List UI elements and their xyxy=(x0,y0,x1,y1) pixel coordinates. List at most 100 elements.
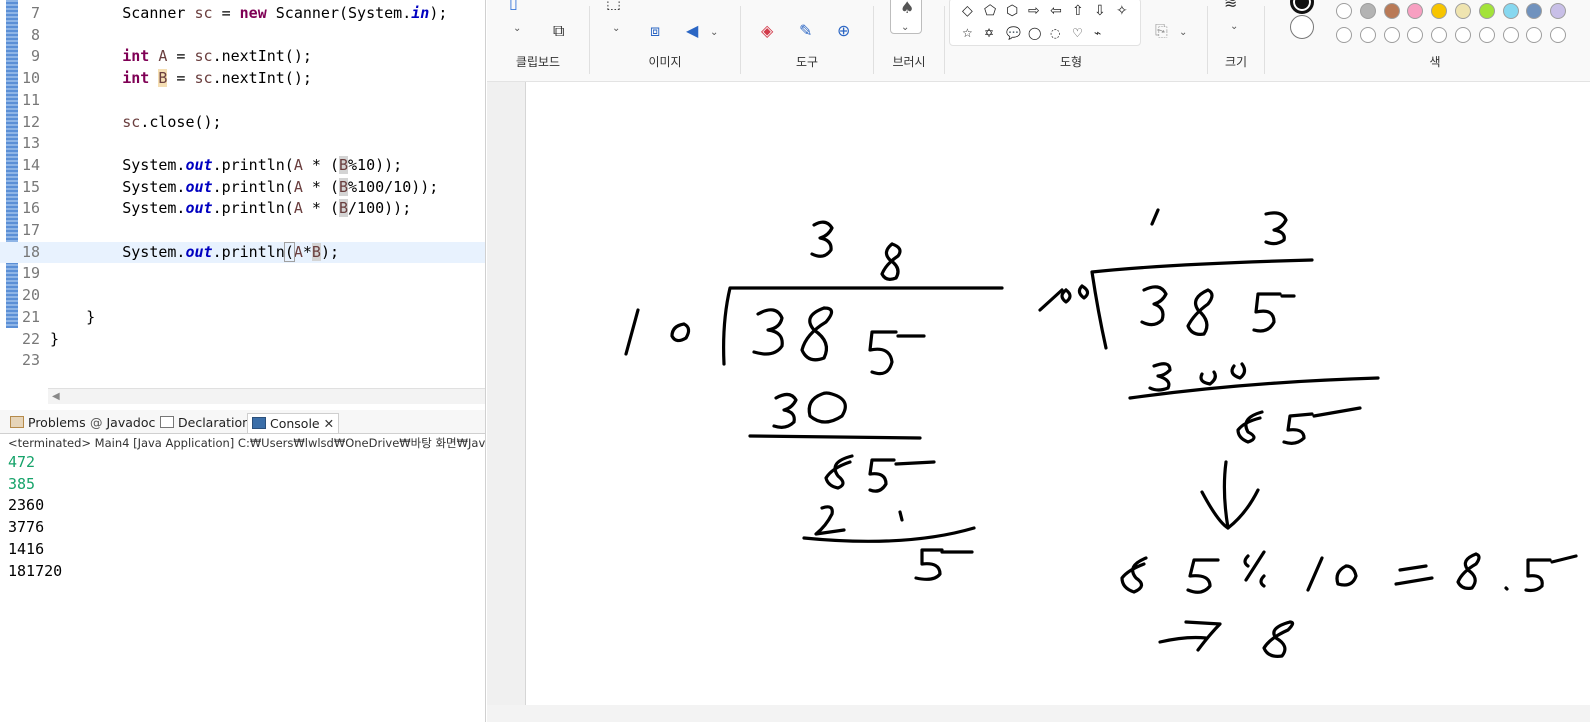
code-line[interactable]: 12 sc.close(); xyxy=(0,112,485,134)
ribbon: ▯ ⌄ ⧉ 클립보드 ⬚ ⌄ ⧈ ◀ ⌄ 이미지 ◈ ✎ ⊕ 도구 ♠ ⌄ 브러… xyxy=(487,0,1590,82)
chevron-down-icon[interactable]: ⌄ xyxy=(513,20,521,38)
paint-window: ▯ ⌄ ⧉ 클립보드 ⬚ ⌄ ⧈ ◀ ⌄ 이미지 ◈ ✎ ⊕ 도구 ♠ ⌄ 브러… xyxy=(487,0,1590,722)
color-swatch-empty[interactable] xyxy=(1383,27,1400,43)
color-swatch-empty[interactable] xyxy=(1455,27,1471,43)
color-swatch[interactable] xyxy=(1526,3,1543,19)
code-text: } xyxy=(50,329,60,348)
paste-icon[interactable]: ▯ xyxy=(509,0,518,12)
drawing-canvas[interactable] xyxy=(525,82,1590,705)
code-line[interactable]: 21 } xyxy=(0,307,485,329)
code-line[interactable]: 10 int B = sc.nextInt(); xyxy=(0,68,485,90)
color-swatch[interactable] xyxy=(1478,3,1495,19)
code-line[interactable]: 17 xyxy=(0,220,485,242)
color-swatch-empty[interactable] xyxy=(1359,27,1376,43)
tab-javadoc[interactable]: @ Javadoc xyxy=(90,413,155,433)
code-line[interactable]: 18 System.out.println(A*B); xyxy=(0,241,485,264)
chevron-down-icon[interactable]: ⌄ xyxy=(710,24,718,42)
console-status: <terminated> Main4 [Java Application] C:… xyxy=(8,436,486,450)
line-number: 7 xyxy=(30,4,40,22)
handwritten-sketch xyxy=(624,208,1578,658)
scroll-left-icon[interactable]: ◀ xyxy=(52,391,60,402)
code-line[interactable]: 11 xyxy=(0,90,485,112)
brush-icon: ♠ xyxy=(900,0,915,17)
problems-icon xyxy=(10,416,24,428)
colors-group: 색 xyxy=(1265,0,1590,82)
console-line: 181720 xyxy=(8,561,63,580)
crop-icon[interactable]: ⧈ xyxy=(650,22,660,40)
code-line[interactable]: 15 System.out.println(A * (B%100/10)); xyxy=(0,177,485,199)
color-swatch[interactable] xyxy=(1359,3,1376,19)
console-line: 385 xyxy=(8,474,36,493)
close-icon[interactable]: ✕ xyxy=(324,416,334,431)
copy-icon[interactable]: ⧉ xyxy=(553,22,564,40)
tab-declaration-label: Declaration xyxy=(178,415,251,430)
line-number: 13 xyxy=(21,134,40,153)
code-line[interactable]: 23 xyxy=(0,350,485,372)
color-swatch-empty[interactable] xyxy=(1502,27,1519,43)
tab-declaration[interactable]: Declaration xyxy=(160,413,250,433)
color-swatch[interactable] xyxy=(1455,3,1471,19)
color-swatch[interactable] xyxy=(1407,3,1424,19)
code-line[interactable]: 9 int A = sc.nextInt(); xyxy=(0,46,485,68)
secondary-color[interactable] xyxy=(1290,15,1314,39)
line-number: 12 xyxy=(21,112,40,131)
primary-color[interactable] xyxy=(1290,0,1314,14)
line-number: 23 xyxy=(21,351,40,370)
code-text: System.out.println(A * (B/100)); xyxy=(50,199,412,218)
code-line[interactable]: 13 xyxy=(0,133,485,155)
console-line: 472 xyxy=(8,453,36,471)
color-swatch-empty[interactable] xyxy=(1478,27,1495,43)
line-number: 17 xyxy=(21,221,40,239)
code-line[interactable]: 14 System.out.println(A * (B%10)); xyxy=(0,155,485,177)
color-swatch-empty[interactable] xyxy=(1407,27,1424,43)
eraser-icon[interactable]: ◈ xyxy=(761,22,773,40)
color-swatch-empty[interactable] xyxy=(1526,27,1543,43)
tab-console[interactable]: Console ✕ xyxy=(247,413,340,433)
code-text: int B = sc.nextInt(); xyxy=(122,69,312,88)
select-icon[interactable]: ⬚ xyxy=(606,0,621,12)
color-swatch[interactable] xyxy=(1431,3,1448,19)
chevron-down-icon[interactable]: ⌄ xyxy=(612,20,620,38)
code-line[interactable]: 7 Scanner sc = new Scanner(System.in); xyxy=(0,3,485,25)
code-line[interactable]: 22} xyxy=(0,329,485,351)
color-swatch[interactable] xyxy=(1550,3,1567,19)
color-swatch-empty[interactable] xyxy=(1431,27,1448,43)
size-group: ≋ ⌄ 크기 xyxy=(1208,0,1264,82)
at-icon: @ xyxy=(90,415,103,430)
magnifier-icon[interactable]: ⊕ xyxy=(837,22,850,40)
brushes-group: ♠ ⌄ 브러시 xyxy=(874,0,944,82)
brushes-label: 브러시 xyxy=(892,55,926,69)
color-swatch[interactable] xyxy=(1502,3,1519,19)
code-text: sc.close(); xyxy=(122,112,222,131)
color-swatch[interactable] xyxy=(1383,3,1400,19)
line-width-icon[interactable]: ≋ xyxy=(1224,0,1237,12)
brush-button[interactable]: ♠ ⌄ xyxy=(890,0,922,34)
eclipse-window: 7 Scanner sc = new Scanner(System.in); 8 9… xyxy=(0,0,486,722)
code-line[interactable]: 8 xyxy=(0,25,485,47)
canvas-horizontal-scrollbar[interactable] xyxy=(487,705,1590,722)
line-number: 8 xyxy=(30,25,40,44)
tab-problems[interactable]: Problems xyxy=(10,413,86,433)
rotate-icon[interactable]: ◀ xyxy=(686,22,698,40)
editor-horizontal-scrollbar[interactable]: ◀ xyxy=(48,388,485,404)
code-line[interactable]: 20 xyxy=(0,285,485,307)
line-number: 21 xyxy=(21,307,40,326)
tools-label: 도구 xyxy=(795,55,819,69)
declaration-icon xyxy=(160,416,174,428)
console-line: 1416 xyxy=(8,539,45,558)
line-number: 10 xyxy=(21,69,40,88)
color-swatch-empty[interactable] xyxy=(1336,27,1352,43)
line-number: 14 xyxy=(21,155,40,174)
console-output[interactable]: 472 385 2360 3776 1416 181720 xyxy=(8,452,478,582)
line-number: 15 xyxy=(21,177,40,196)
code-editor[interactable]: 7 Scanner sc = new Scanner(System.in); 8 9… xyxy=(0,0,485,388)
console-line: 2360 xyxy=(8,496,45,515)
color-swatch[interactable] xyxy=(1336,3,1352,19)
tab-console-label: Console xyxy=(270,416,320,431)
color-picker-icon[interactable]: ✎ xyxy=(799,22,812,40)
chevron-down-icon[interactable]: ⌄ xyxy=(1230,18,1238,36)
color-swatch-empty[interactable] xyxy=(1550,27,1567,43)
code-line[interactable]: 16 System.out.println(A * (B/100)); xyxy=(0,198,485,220)
code-line[interactable]: 19 xyxy=(0,263,485,285)
line-number: 22 xyxy=(21,329,40,348)
